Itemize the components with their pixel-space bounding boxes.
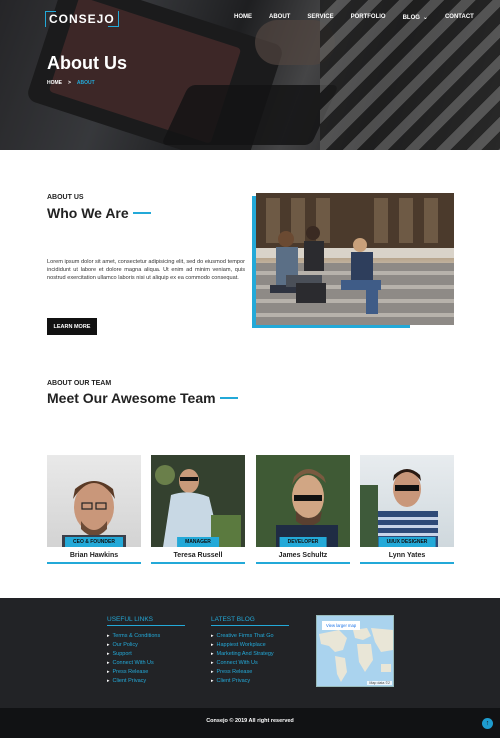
member-photo: DEVELOPER (256, 455, 350, 547)
title-accent-line (219, 397, 238, 399)
title-accent-line (132, 212, 151, 214)
member-portrait-svg (256, 455, 350, 547)
breadcrumb-home[interactable]: HOME (47, 80, 62, 86)
copyright-text: Consejo © 2019 All right reserved (206, 718, 294, 724)
member-photo: MANAGER (151, 455, 245, 547)
member-underline (151, 562, 245, 564)
team-subtitle: ABOUT OUR TEAM (47, 380, 112, 387)
member-photo: UI/UX DESIGNER (360, 455, 454, 547)
nav-about[interactable]: ABOUT (269, 14, 290, 21)
footer: USEFUL LINKS Terms & Conditions Our Poli… (0, 598, 500, 708)
page-title: About Us (47, 53, 127, 73)
useful-links-heading: USEFUL LINKS (107, 616, 153, 623)
blog-link[interactable]: Marketing And Strategy (211, 650, 289, 659)
about-photo (256, 193, 454, 325)
member-role-badge: MANAGER (177, 537, 219, 547)
member-portrait-svg (151, 455, 245, 547)
latest-blog-column: LATEST BLOG Creative Firms That Go Happi… (211, 616, 289, 686)
chevron-down-icon: ⌄ (422, 15, 428, 21)
team-member-card[interactable]: DEVELOPER James Schultz (256, 455, 350, 564)
team-title-text: Meet Our Awesome Team (47, 390, 216, 406)
students-photo-svg (256, 193, 454, 325)
map-attribution: Map data ©2 (367, 681, 392, 685)
member-portrait-svg (62, 481, 126, 547)
member-underline (47, 562, 141, 564)
nav-service[interactable]: SERVICE (307, 14, 333, 21)
footer-link[interactable]: Press Release (107, 668, 185, 677)
footer-link[interactable]: Connect With Us (107, 659, 185, 668)
member-name: Brian Hawkins (69, 552, 119, 559)
footer-link[interactable]: Our Policy (107, 641, 185, 650)
blog-link[interactable]: Client Privacy (211, 677, 289, 686)
blog-link[interactable]: Connect With Us (211, 659, 289, 668)
about-subtitle: ABOUT US (47, 194, 84, 201)
nav-blog[interactable]: BLOG ⌄ (403, 14, 428, 21)
breadcrumb-current: ABOUT (76, 80, 95, 86)
site-logo[interactable]: CONSEJO (45, 11, 119, 27)
footer-link[interactable]: Support (107, 650, 185, 659)
about-paragraph: Lorem ipsum dolor sit amet, consectetur … (47, 259, 245, 281)
member-name: Lynn Yates (388, 552, 426, 559)
view-larger-map-link[interactable]: View larger map (322, 621, 361, 630)
blog-link[interactable]: Happiest Workplace (211, 641, 289, 650)
member-role-badge: CEO & FOUNDER (65, 537, 123, 547)
team-member-card[interactable]: MANAGER Teresa Russell (151, 455, 245, 564)
latest-blog-heading: LATEST BLOG (211, 616, 255, 623)
breadcrumb: HOME > ABOUT (47, 80, 95, 86)
member-underline (360, 562, 454, 564)
member-role-badge: DEVELOPER (279, 537, 327, 547)
footer-link[interactable]: Terms & Conditions (107, 632, 185, 641)
blog-link[interactable]: Creative Firms That Go (211, 632, 289, 641)
arrow-up-icon[interactable]: ↑ (482, 718, 493, 729)
member-name: James Schultz (278, 552, 328, 559)
member-underline (256, 562, 350, 564)
nav-blog-label: BLOG (402, 15, 420, 21)
member-role-badge: UI/UX DESIGNER (378, 537, 436, 547)
main-nav: HOME ABOUT SERVICE PORTFOLIO BLOG ⌄ CONTA… (234, 14, 491, 21)
copyright-bar: Consejo © 2019 All right reserved ↑ (0, 708, 500, 738)
learn-more-button[interactable]: LEARN MORE (47, 318, 97, 335)
member-photo: CEO & FOUNDER (47, 455, 141, 547)
heading-underline (211, 625, 289, 626)
useful-links-column: USEFUL LINKS Terms & Conditions Our Poli… (107, 616, 185, 686)
breadcrumb-separator-icon: > (68, 80, 71, 86)
hero-banner: CONSEJO HOME ABOUT SERVICE PORTFOLIO BLO… (0, 0, 500, 150)
team-member-card[interactable]: UI/UX DESIGNER Lynn Yates (360, 455, 454, 564)
blog-link[interactable]: Press Release (211, 668, 289, 677)
team-title: Meet Our Awesome Team (47, 390, 238, 406)
member-name: Teresa Russell (173, 552, 223, 559)
heading-underline (107, 625, 185, 626)
embedded-map[interactable]: View larger map Map data ©2 (316, 615, 394, 687)
footer-link[interactable]: Client Privacy (107, 677, 185, 686)
team-member-card[interactable]: CEO & FOUNDER Brian Hawkins (47, 455, 141, 564)
about-title-text: Who We Are (47, 205, 129, 221)
nav-portfolio[interactable]: PORTFOLIO (351, 14, 386, 21)
about-title: Who We Are (47, 205, 151, 221)
nav-home[interactable]: HOME (234, 14, 252, 21)
member-portrait-svg (360, 469, 438, 547)
nav-contact[interactable]: CONTACT (445, 14, 474, 21)
